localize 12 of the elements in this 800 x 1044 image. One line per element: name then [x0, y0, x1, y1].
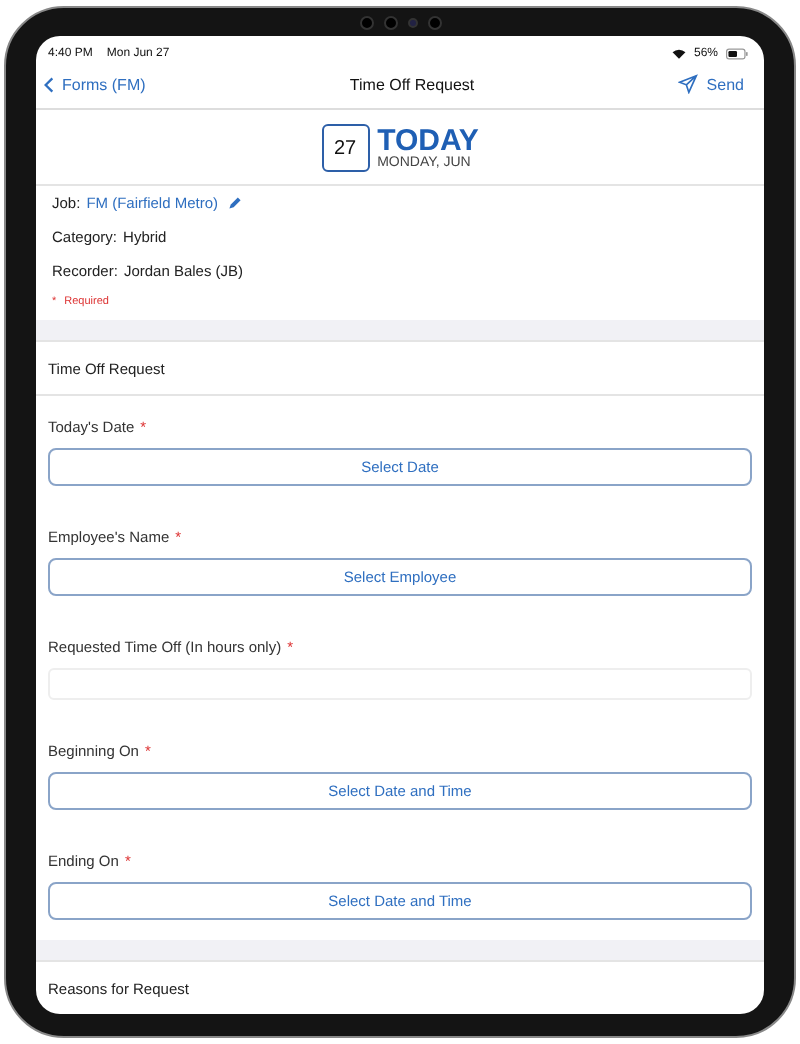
chevron-left-icon [44, 75, 54, 94]
back-button[interactable]: Forms (FM) [44, 75, 146, 94]
today-title: TODAY [377, 126, 479, 156]
send-button[interactable]: Send [678, 74, 744, 95]
calendar-day: 27 [321, 124, 370, 172]
sensor-icon [407, 18, 417, 28]
paper-plane-icon [678, 74, 699, 95]
battery-icon [726, 48, 748, 61]
pencil-icon[interactable] [228, 196, 243, 210]
wifi-icon [671, 48, 686, 61]
camera-icon [427, 16, 441, 30]
screen-title: Time Off Request [349, 75, 475, 94]
